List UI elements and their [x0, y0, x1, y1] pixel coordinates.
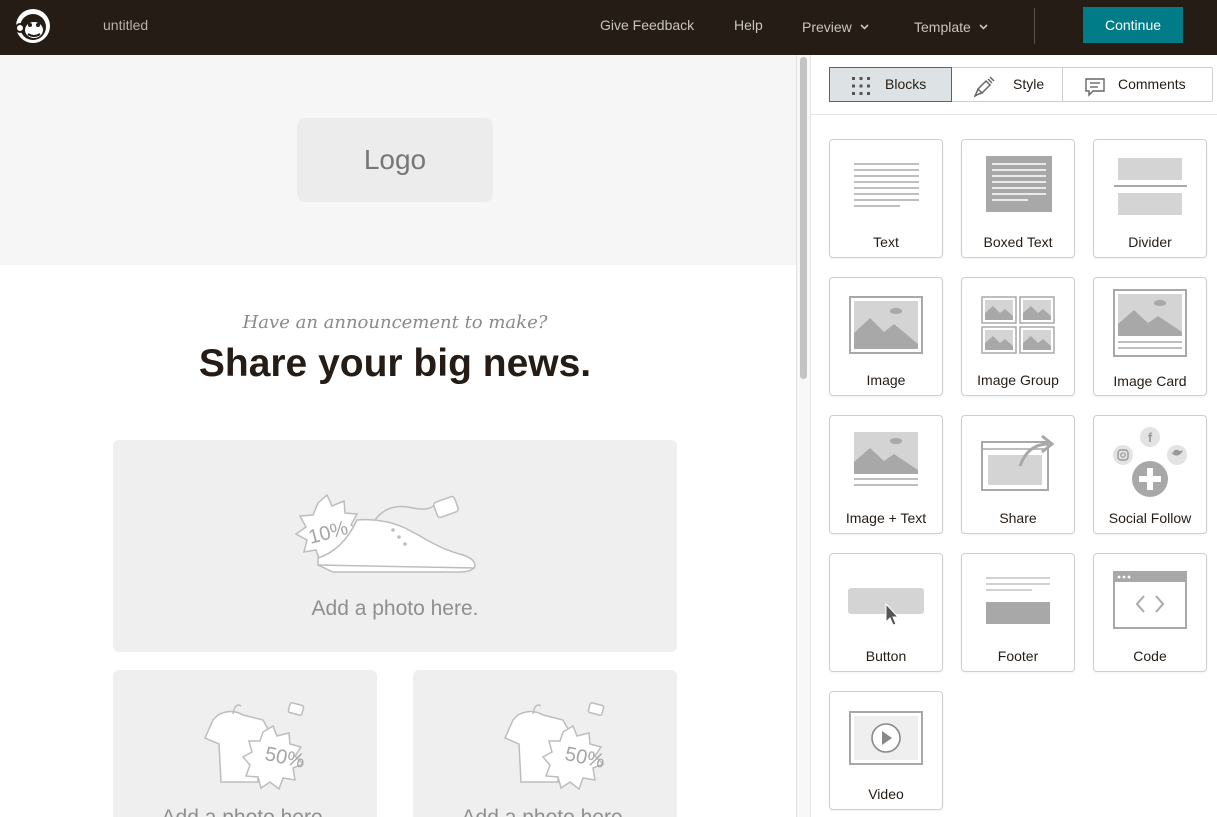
grid-icon: [851, 75, 871, 108]
add-photo-text: Add a photo here.: [311, 597, 479, 620]
image-text-block-icon: [854, 432, 918, 486]
help-link[interactable]: Help: [734, 17, 763, 33]
panel-tabs: Blocks Style Comments: [829, 67, 1213, 102]
block-image-text[interactable]: Image + Text: [829, 415, 943, 534]
paint-brush-icon: [973, 75, 996, 109]
logo-placeholder[interactable]: Logo: [297, 118, 493, 202]
email-header-band[interactable]: Logo: [0, 55, 796, 265]
add-photo-text: Add a photo here.: [113, 806, 377, 817]
boxed-text-block-icon: [986, 156, 1052, 212]
chevron-down-icon: [979, 17, 988, 33]
block-label: Boxed Text: [983, 234, 1053, 250]
nav-divider: [1034, 8, 1035, 44]
video-block-icon: [849, 711, 923, 765]
tab-comments[interactable]: Comments: [1063, 68, 1212, 101]
scrollbar-thumb[interactable]: [800, 57, 807, 379]
block-share[interactable]: Share: [961, 415, 1075, 534]
block-label: Divider: [1128, 234, 1172, 250]
block-image-card[interactable]: Image Card: [1093, 277, 1207, 396]
image-card-block-icon: [1113, 289, 1187, 357]
tab-blocks[interactable]: Blocks: [829, 67, 952, 102]
email-headline[interactable]: Share your big news.: [0, 342, 790, 386]
block-label: Image: [866, 372, 906, 388]
chevron-down-icon: [860, 17, 869, 33]
image-group-block-icon: [981, 296, 1055, 354]
photo-placeholder-small[interactable]: 50% Add a photo here.: [113, 670, 377, 817]
panel-divider: [811, 114, 1217, 115]
top-bar: untitled Give Feedback Help Preview Temp…: [0, 0, 1217, 55]
block-image[interactable]: Image: [829, 277, 943, 396]
divider-block-icon: [1114, 158, 1187, 215]
block-label: Image Group: [977, 372, 1059, 388]
block-label: Image + Text: [845, 510, 927, 526]
block-label: Footer: [997, 648, 1039, 664]
tab-label: Style: [1013, 76, 1045, 92]
document-title[interactable]: untitled: [103, 17, 148, 33]
block-boxed-text[interactable]: Boxed Text: [961, 139, 1075, 258]
add-photo-text: Add a photo here.: [413, 806, 677, 817]
footer-block-icon: [986, 577, 1050, 624]
block-footer[interactable]: Footer: [961, 553, 1075, 672]
block-image-group[interactable]: Image Group: [961, 277, 1075, 396]
block-button[interactable]: Button: [829, 553, 943, 672]
continue-button[interactable]: Continue: [1083, 7, 1183, 43]
block-video[interactable]: Video: [829, 691, 943, 810]
share-block-icon: [981, 434, 1055, 491]
block-label: Social Follow: [1108, 510, 1192, 526]
image-block-icon: [849, 296, 923, 354]
canvas-scrollbar[interactable]: [796, 55, 811, 817]
svg-text:f: f: [1148, 430, 1153, 445]
preview-label: Preview: [802, 19, 852, 35]
email-canvas: Logo Have an announcement to make? Share…: [0, 55, 796, 817]
block-label: Code: [1133, 648, 1167, 664]
social-follow-block-icon: f: [1113, 427, 1187, 497]
mailchimp-logo-icon[interactable]: [14, 6, 52, 46]
template-menu[interactable]: Template: [914, 17, 988, 35]
block-label: Image Card: [1113, 373, 1187, 389]
block-code[interactable]: Code: [1093, 553, 1207, 672]
block-label: Text: [873, 234, 899, 250]
code-block-icon: [1113, 571, 1187, 629]
tab-style[interactable]: Style: [952, 68, 1062, 101]
email-subtitle[interactable]: Have an announcement to make?: [0, 312, 790, 333]
blocks-panel: Blocks Style Comments Text Boxed Text Di…: [811, 55, 1217, 817]
button-block-icon: [848, 588, 924, 626]
block-label: Button: [865, 648, 907, 664]
photo-placeholder-large[interactable]: 10% Add a photo here.: [113, 440, 677, 652]
block-divider[interactable]: Divider: [1093, 139, 1207, 258]
comment-icon: [1085, 76, 1105, 109]
photo-placeholder-small[interactable]: 50% Add a photo here.: [413, 670, 677, 817]
template-label: Template: [914, 19, 971, 35]
tab-label: Comments: [1118, 76, 1186, 92]
text-block-icon: [854, 163, 919, 207]
tab-label: Blocks: [885, 76, 927, 92]
block-label: Share: [999, 510, 1037, 526]
block-social-follow[interactable]: f Social Follow: [1093, 415, 1207, 534]
give-feedback-link[interactable]: Give Feedback: [600, 17, 694, 33]
shirt-sale-icon: 50%: [204, 702, 307, 791]
preview-menu[interactable]: Preview: [802, 17, 869, 35]
shirt-sale-icon: 50%: [504, 702, 607, 791]
block-label: Video: [868, 786, 904, 802]
block-text[interactable]: Text: [829, 139, 943, 258]
